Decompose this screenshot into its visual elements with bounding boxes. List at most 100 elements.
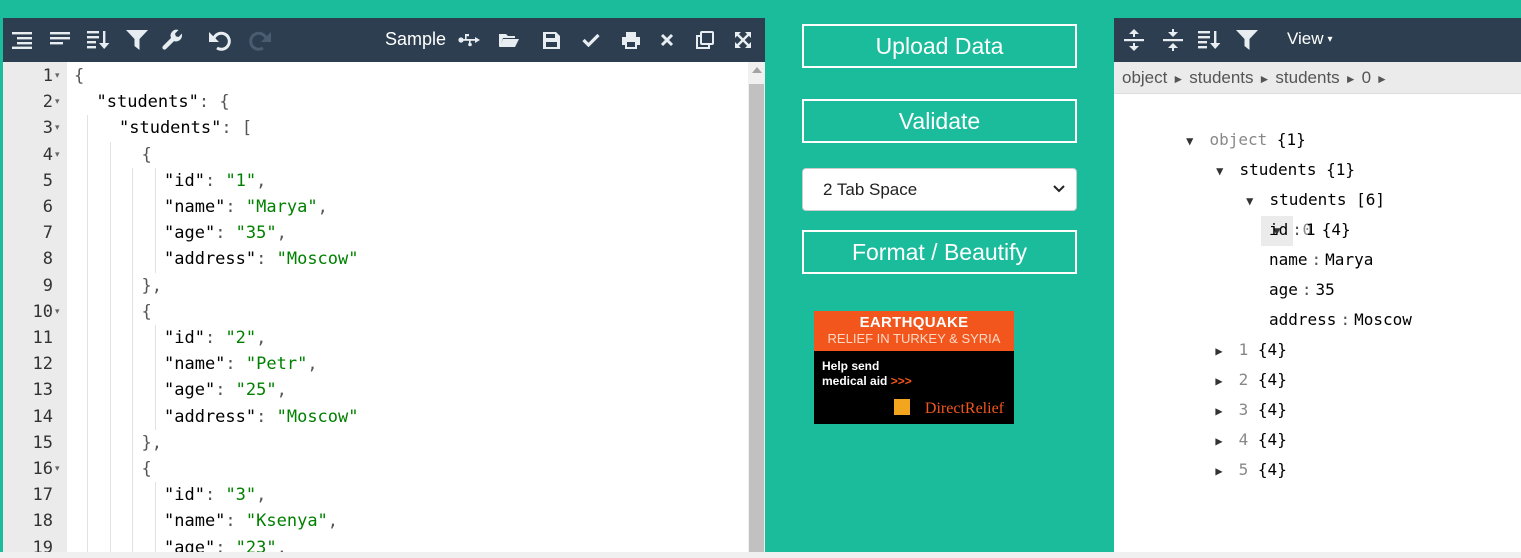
tree-field[interactable]: address: Moscow xyxy=(1269,305,1412,335)
tree-node-item[interactable]: ▶ 3 {4} xyxy=(1209,395,1286,426)
undo-icon[interactable] xyxy=(208,28,232,52)
indent-guide xyxy=(154,167,156,273)
scroll-up-arrow-icon[interactable] xyxy=(752,67,762,73)
editor-toolbar: Sample xyxy=(3,18,765,62)
validate-check-icon[interactable] xyxy=(579,28,603,52)
json-punctuation: , xyxy=(317,197,328,217)
json-string-value: "Marya" xyxy=(245,197,318,217)
code-line: { xyxy=(142,142,152,168)
filter-icon[interactable] xyxy=(125,28,149,52)
json-punctuation: : xyxy=(215,380,236,401)
json-punctuation: : xyxy=(225,511,246,532)
tree-field[interactable]: name: Marya xyxy=(1269,245,1373,275)
repair-wrench-icon[interactable] xyxy=(161,28,185,52)
ad-header: EARTHQUAKE RELIEF IN TURKEY & SYRIA xyxy=(814,311,1014,351)
fold-toggle-icon[interactable]: ▾ xyxy=(55,299,60,325)
breadcrumb-item[interactable]: object xyxy=(1122,68,1167,87)
fold-toggle-icon[interactable]: ▾ xyxy=(55,63,60,89)
tree-node-students-array[interactable]: ▼ students [6] xyxy=(1182,155,1385,209)
collapsed-triangle-icon[interactable]: ▶ xyxy=(1209,336,1229,366)
tree-node-item-0[interactable]: ▼ 0 {4} xyxy=(1203,185,1351,246)
code-line: }, xyxy=(142,430,162,456)
code-line: "name": "Petr", xyxy=(164,351,318,377)
breadcrumb-item[interactable]: 0 xyxy=(1362,68,1371,87)
ad-cta-line2: medical aid xyxy=(822,374,888,388)
upload-data-button[interactable]: Upload Data xyxy=(802,24,1077,68)
breadcrumb-separator-icon: ► xyxy=(1376,72,1388,86)
bottom-scrollbar-strip xyxy=(0,552,1521,558)
tree-filter-icon[interactable] xyxy=(1235,28,1259,52)
json-punctuation: , xyxy=(276,380,287,401)
tree-sort-icon[interactable] xyxy=(1198,28,1222,52)
expand-all-icon[interactable] xyxy=(1122,28,1146,52)
json-punctuation: { xyxy=(141,144,152,165)
code-line: "id": "2", xyxy=(164,325,266,351)
code-line: "name": "Ksenya", xyxy=(164,508,338,534)
validate-button[interactable]: Validate xyxy=(802,99,1077,143)
tab-space-select[interactable]: 2 Tab Space xyxy=(802,168,1077,211)
usb-icon[interactable] xyxy=(457,28,481,52)
tree-field[interactable]: age:35 xyxy=(1269,275,1335,305)
tree-node-item[interactable]: ▶ 2 {4} xyxy=(1209,365,1286,396)
redo-icon[interactable] xyxy=(248,28,272,52)
tree-field-value[interactable]: Marya xyxy=(1325,250,1373,269)
caret-down-icon: ▾ xyxy=(1327,34,1333,45)
json-string-value: "25" xyxy=(235,380,277,401)
json-key: "students" xyxy=(119,118,222,139)
json-key: "address" xyxy=(164,406,257,427)
sort-icon[interactable] xyxy=(87,28,111,52)
tree-field[interactable]: id:1 xyxy=(1269,215,1316,245)
tree-field-value[interactable]: 1 xyxy=(1306,220,1316,239)
fold-toggle-icon[interactable]: ▾ xyxy=(55,115,60,141)
json-key: "age" xyxy=(164,223,216,244)
print-icon[interactable] xyxy=(619,28,643,52)
tree-node-item[interactable]: ▶ 5 {4} xyxy=(1209,455,1286,486)
tree-field-value[interactable]: Moscow xyxy=(1354,310,1412,329)
tree-node-item[interactable]: ▶ 1 {4} xyxy=(1209,335,1286,366)
earthquake-relief-ad[interactable]: EARTHQUAKE RELIEF IN TURKEY & SYRIA Help… xyxy=(814,311,1014,424)
json-key: "students" xyxy=(96,92,199,113)
tree-node-students[interactable]: ▼ students {1} xyxy=(1152,125,1355,179)
copy-icon[interactable] xyxy=(693,28,717,52)
code-text-area[interactable]: {"students": {"students": [{"id": "1", "n… xyxy=(67,62,748,558)
ad-cta-arrows: >>> xyxy=(890,374,912,388)
collapsed-triangle-icon[interactable]: ▶ xyxy=(1209,426,1229,456)
tree-node-item[interactable]: ▶ 4 {4} xyxy=(1209,425,1286,456)
json-punctuation: , xyxy=(256,485,267,506)
fold-toggle-icon[interactable]: ▾ xyxy=(55,456,60,482)
fullscreen-icon[interactable] xyxy=(731,28,755,52)
line-number: 18 xyxy=(32,511,53,532)
code-editor[interactable]: 1 ▾ 2 ▾ 3 ▾ 4 ▾ 5 6 7 8 9 10 ▾ 11 12 13 14 15 16 ▾ 17 18 19 {"st… xyxy=(3,62,765,558)
compact-icon[interactable] xyxy=(49,28,73,52)
json-punctuation: : xyxy=(204,170,226,191)
breadcrumb-item[interactable]: students xyxy=(1275,68,1339,87)
fold-toggle-icon[interactable]: ▾ xyxy=(55,89,60,115)
tree-view-panel: View ▾ object ► students ► students ► 0 ► ▼ obje… xyxy=(1114,18,1521,558)
collapsed-triangle-icon[interactable]: ▶ xyxy=(1209,456,1229,486)
clear-close-icon[interactable] xyxy=(655,28,679,52)
tree-node-root[interactable]: ▼ object {1} xyxy=(1122,95,1306,149)
collapse-all-icon[interactable] xyxy=(1161,28,1185,52)
tree-field-value[interactable]: 35 xyxy=(1316,280,1335,299)
scrollbar-thumb[interactable] xyxy=(749,84,764,558)
sample-button[interactable]: Sample xyxy=(385,29,446,50)
format-beautify-button[interactable]: Format / Beautify xyxy=(802,230,1077,274)
json-punctuation: : xyxy=(204,485,226,506)
tree-node-key: 5 xyxy=(1238,460,1249,479)
json-punctuation: : xyxy=(225,354,246,375)
line-number: 2 xyxy=(42,92,53,113)
open-folder-icon[interactable] xyxy=(497,28,521,52)
line-number: 4 xyxy=(42,144,53,165)
collapsed-triangle-icon[interactable]: ▶ xyxy=(1209,366,1229,396)
collapsed-triangle-icon[interactable]: ▶ xyxy=(1209,396,1229,426)
json-string-value: "Petr" xyxy=(245,354,308,375)
save-icon[interactable] xyxy=(539,28,563,52)
line-number: 1 xyxy=(42,66,53,86)
tab-space-select-value: 2 Tab Space xyxy=(823,180,918,199)
breadcrumb-item[interactable]: students xyxy=(1189,68,1253,87)
line-number: 6 xyxy=(42,197,53,217)
format-icon[interactable] xyxy=(11,28,35,52)
fold-toggle-icon[interactable]: ▾ xyxy=(55,142,60,168)
editor-scrollbar[interactable] xyxy=(748,62,765,558)
view-mode-dropdown[interactable]: View ▾ xyxy=(1287,29,1333,49)
